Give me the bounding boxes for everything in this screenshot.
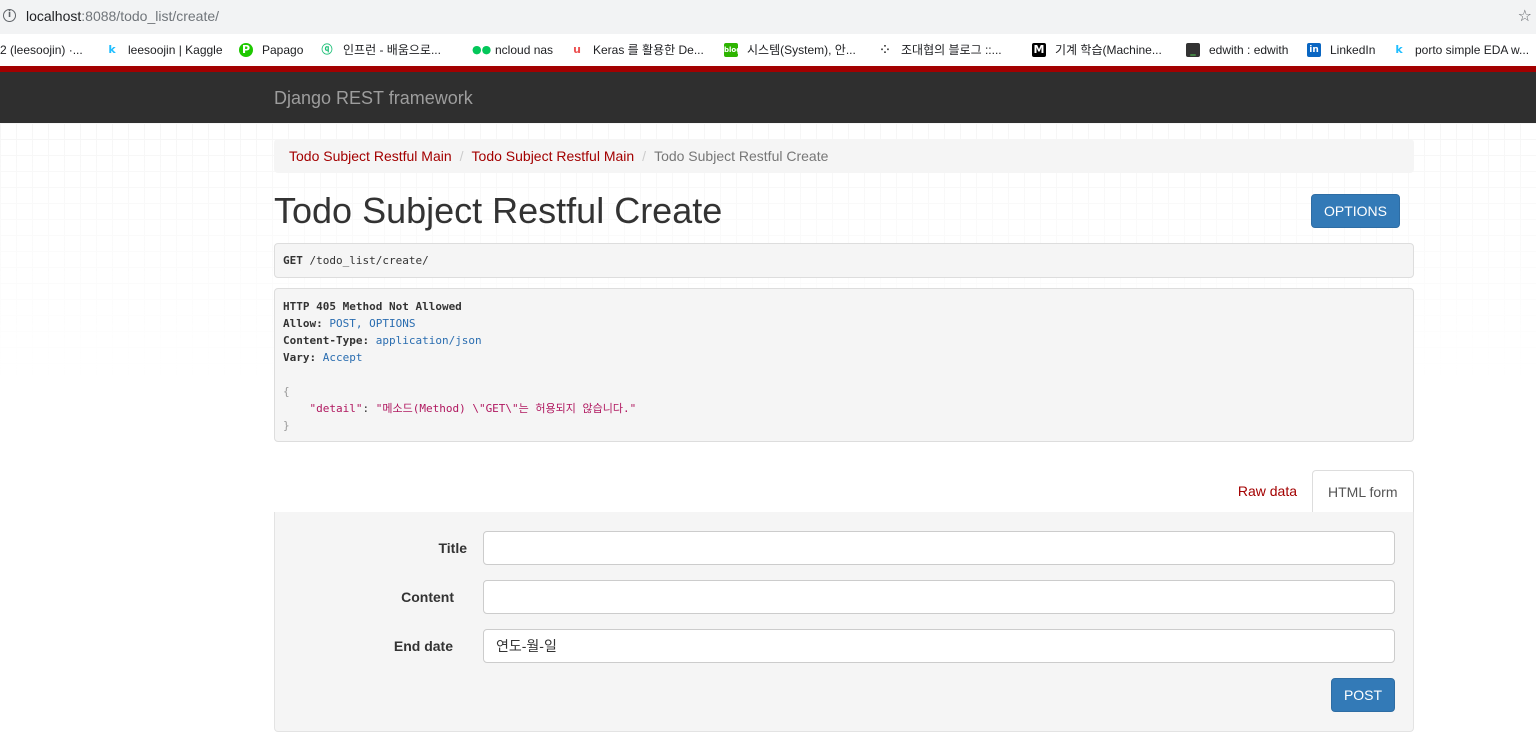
url-field[interactable]: localhost:8088/todo_list/create/ xyxy=(26,8,219,24)
response-header-name: Vary: xyxy=(283,351,317,364)
end-date-input[interactable]: 연도-월-일 xyxy=(483,629,1395,663)
breadcrumb-separator: / xyxy=(459,148,464,164)
response-header-name: Allow: xyxy=(283,317,323,330)
bookmark-label: 시스템(System), 안... xyxy=(747,42,856,57)
json-value: "메소드(Method) \"GET\"는 허용되지 않습니다." xyxy=(375,402,637,415)
response-header-value: POST, OPTIONS xyxy=(329,317,416,330)
page-title: Todo Subject Restful Create xyxy=(274,190,723,231)
bookmark-label: ncloud nas xyxy=(495,42,554,57)
bookmark-label: Papago xyxy=(262,42,304,57)
medium-icon: M xyxy=(1032,42,1046,57)
ncloud-icon: ●● xyxy=(472,42,492,56)
html-form-panel: Title Content End date 연도-월-일 POST xyxy=(274,512,1414,732)
bookmark-item[interactable]: k porto simple EDA w... xyxy=(1392,34,1529,66)
content-label: Content xyxy=(401,589,454,605)
url-host: localhost xyxy=(26,8,82,24)
breadcrumb-link[interactable]: Todo Subject Restful Main xyxy=(472,148,635,164)
response-header-name: Content-Type: xyxy=(283,334,370,347)
bookmark-label: leesoojin | Kaggle xyxy=(128,42,223,57)
bookmarks-bar: 2 (leesoojin) ·... k leesoojin | Kaggle P… xyxy=(0,34,1536,66)
breadcrumb-active: Todo Subject Restful Create xyxy=(654,148,829,164)
bookmark-item[interactable]: _ edwith : edwith xyxy=(1186,34,1288,66)
post-button[interactable]: POST xyxy=(1331,678,1395,712)
bookmark-item[interactable]: ⓠ 인프런 - 배움으로... xyxy=(320,34,441,66)
bookmark-item[interactable]: ⁘ 조대협의 블로그 ::... xyxy=(878,34,1002,66)
response-info: HTTP 405 Method Not Allowed Allow: POST,… xyxy=(274,288,1414,442)
tab-raw-data[interactable]: Raw data xyxy=(1223,470,1312,512)
blog-icon: blog xyxy=(724,42,741,57)
url-path: :8088/todo_list/create/ xyxy=(81,8,220,24)
bookmark-item[interactable]: P Papago xyxy=(239,34,303,66)
bookmark-item[interactable]: k leesoojin | Kaggle xyxy=(105,34,223,66)
bookmark-label: 2 (leesoojin) ·... xyxy=(0,42,83,57)
form-tabs: Raw data HTML form xyxy=(274,470,1414,513)
browser-address-bar: i localhost:8088/todo_list/create/ ☆ xyxy=(0,0,1536,34)
udemy-icon: u xyxy=(573,42,581,56)
edwith-icon: _ xyxy=(1186,42,1200,57)
request-path: /todo_list/create/ xyxy=(309,254,429,267)
breadcrumb: Todo Subject Restful Main / Todo Subject R… xyxy=(274,139,1414,173)
kaggle-icon: k xyxy=(108,42,116,56)
end-date-label: End date xyxy=(393,638,453,654)
navbar: Django REST framework xyxy=(0,72,1536,123)
title-input[interactable] xyxy=(483,531,1395,565)
bookmark-label: 인프런 - 배움으로... xyxy=(343,42,441,57)
options-button[interactable]: OPTIONS xyxy=(1311,194,1400,228)
json-open-brace: { xyxy=(283,385,290,398)
tab-html-form[interactable]: HTML form xyxy=(1312,470,1414,513)
bookmark-item[interactable]: u Keras 를 활용한 De... xyxy=(570,34,704,66)
bookmark-label: 기계 학습(Machine... xyxy=(1055,42,1162,57)
bookmark-star-icon[interactable]: ☆ xyxy=(1518,6,1532,25)
bookmark-item[interactable]: 2 (leesoojin) ·... xyxy=(0,34,83,66)
linkedin-icon: in xyxy=(1307,42,1321,57)
bookmark-label: edwith : edwith xyxy=(1209,42,1289,57)
info-icon[interactable]: i xyxy=(3,9,16,22)
bookmark-item[interactable]: in LinkedIn xyxy=(1307,34,1375,66)
bookmark-label: LinkedIn xyxy=(1330,42,1376,57)
bookmark-item[interactable]: blog 시스템(System), 안... xyxy=(724,34,856,66)
json-key: "detail" xyxy=(309,402,363,415)
bookmark-label: porto simple EDA w... xyxy=(1415,42,1530,57)
title-label: Title xyxy=(438,540,467,556)
bookmark-label: 조대협의 블로그 ::... xyxy=(901,42,1002,57)
navbar-brand[interactable]: Django REST framework xyxy=(274,88,473,109)
bookmark-item[interactable]: ●● ncloud nas xyxy=(472,34,553,66)
inflearn-icon: ⓠ xyxy=(321,42,333,56)
breadcrumb-link[interactable]: Todo Subject Restful Main xyxy=(289,148,452,164)
request-info: GET /todo_list/create/ xyxy=(274,243,1414,278)
response-header-value: application/json xyxy=(375,334,482,347)
json-close-brace: } xyxy=(283,419,290,432)
papago-icon: P xyxy=(239,42,253,57)
kaggle-icon: k xyxy=(1395,42,1403,56)
breadcrumb-separator: / xyxy=(642,148,647,164)
response-status: HTTP 405 Method Not Allowed xyxy=(283,300,462,313)
json-colon: : xyxy=(362,402,376,415)
tistory-icon: ⁘ xyxy=(880,42,890,56)
request-method: GET xyxy=(283,254,303,267)
bookmark-label: Keras 를 활용한 De... xyxy=(593,42,704,57)
content-input[interactable] xyxy=(483,580,1395,614)
response-header-value: Accept xyxy=(322,351,363,364)
bookmark-item[interactable]: M 기계 학습(Machine... xyxy=(1032,34,1162,66)
